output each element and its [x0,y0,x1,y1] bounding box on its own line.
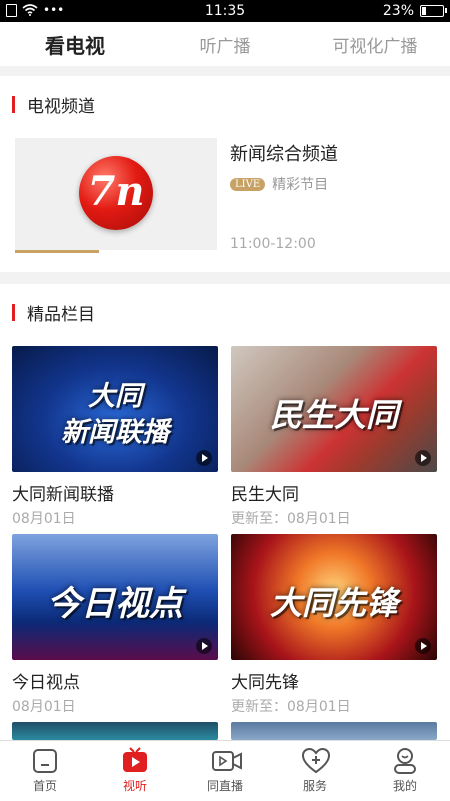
nav-label: 视听 [122,779,147,793]
tab-watch-tv[interactable]: 看电视 [0,30,150,59]
top-tabs: 看电视 听广播 可视化广播 [0,22,450,66]
tab-visual-radio[interactable]: 可视化广播 [300,32,450,57]
live-row: LIVE 精彩节目 [230,174,328,194]
nav-services[interactable]: 服务 [270,741,360,801]
program-card[interactable]: 大同 新闻联播 大同新闻联播 08月01日 [12,346,218,528]
section-title-text: 电视频道 [27,97,95,117]
channel-name[interactable]: 新闻综合频道 [230,140,338,166]
program-card[interactable]: 民生大同 民生大同 更新至：08月01日 [231,346,437,528]
thumbnail-caption: 大同 [88,381,142,412]
program-progress-bar [15,250,99,253]
nav-profile[interactable]: 我的 [360,741,450,801]
program-date: 08月01日 [12,699,76,715]
status-bar: ••• 11:35 23% [0,0,450,22]
play-icon [415,450,431,466]
program-title: 今日视点 [12,673,80,693]
bottom-nav: 首页 视听 同直播 服务 我的 [0,740,450,801]
section-title: 精品栏目 [12,300,95,325]
battery-percent: 23% [382,3,414,19]
program-card[interactable]: 今日视点 今日视点 08月01日 [12,534,218,716]
program-title: 民生大同 [231,485,299,505]
nav-label: 服务 [302,779,327,793]
program-thumbnail: 今日视点 [12,534,218,660]
thumbnail-caption: 大同先锋 [269,584,398,622]
section-title: 电视频道 [12,92,95,117]
program-date: 更新至：08月01日 [231,511,351,527]
channel-logo: 7n [79,156,153,230]
nav-label: 首页 [32,779,57,793]
nav-home[interactable]: 首页 [0,741,90,801]
nav-audiovisual[interactable]: 视听 [90,741,180,801]
thumbnail-caption: 今日视点 [47,584,183,624]
program-date: 更新至：08月01日 [231,699,351,715]
program-date: 08月01日 [12,511,76,527]
heart-plus-icon [301,747,331,775]
program-card[interactable] [12,722,218,740]
featured-section: 精品栏目 大同 新闻联播 大同新闻联播 08月01日 民生大同 民生大同 更新至… [0,284,450,740]
current-program: 精彩节目 [272,177,329,193]
section-marker [12,304,15,321]
program-card[interactable] [231,722,437,740]
program-thumbnail: 大同 新闻联播 [12,346,218,472]
program-title: 大同新闻联播 [12,485,114,505]
nav-live[interactable]: 同直播 [180,741,270,801]
battery-icon [420,5,447,17]
program-time: 11:00-12:00 [230,236,316,252]
channel-thumbnail[interactable]: 7n [15,138,217,250]
program-card[interactable]: 大同先锋 大同先锋 更新至：08月01日 [231,534,437,716]
tab-radio[interactable]: 听广播 [150,32,300,57]
play-icon [196,638,212,654]
channel-logo-text: 7n [87,168,145,215]
thumbnail-caption: 民生大同 [269,396,398,434]
play-icon [196,450,212,466]
program-thumbnail [231,722,437,740]
nav-label: 同直播 [206,779,243,793]
program-thumbnail: 大同先锋 [231,534,437,660]
section-marker [12,96,15,113]
camera-icon [211,747,242,775]
program-thumbnail: 民生大同 [231,346,437,472]
play-icon [415,638,431,654]
user-icon [391,747,419,775]
live-badge: LIVE [230,177,266,191]
thumbnail-caption: 新闻联播 [61,417,169,448]
tv-channel-section: 电视频道 7n 新闻综合频道 LIVE 精彩节目 11:00-12:00 [0,76,450,272]
program-title: 大同先锋 [231,673,299,693]
nav-label: 我的 [392,779,417,793]
home-icon [31,747,59,775]
section-title-text: 精品栏目 [27,305,95,325]
video-play-icon [121,747,149,775]
program-thumbnail [12,722,218,740]
